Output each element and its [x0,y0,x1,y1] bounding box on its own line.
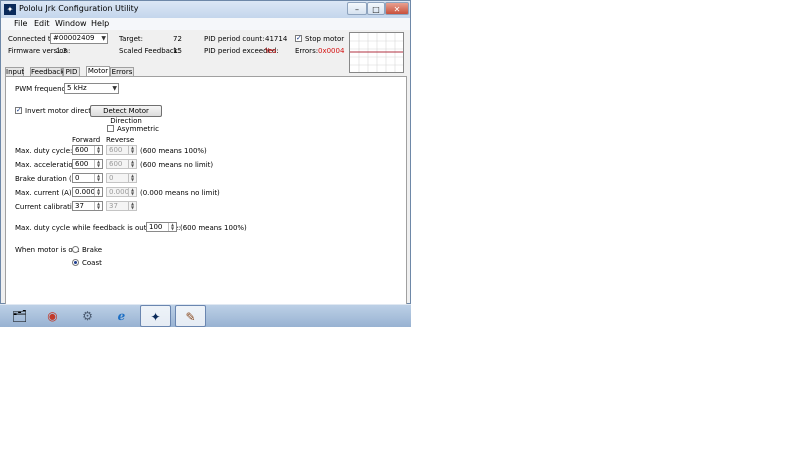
max-current-forward-input[interactable]: 0.000 ▲ ▼ [72,187,103,197]
detect-motor-direction-button[interactable]: Detect Motor Direction [90,105,162,125]
spin-arrows-icon: ▲ ▼ [128,188,136,196]
scaled-feedback-value: 15 [173,47,182,55]
stop-motor-label: Stop motor [305,35,345,43]
max-duty-cycle-forward-input[interactable]: 600 ▲ ▼ [72,145,103,155]
pololu-icon[interactable]: ✦ [140,305,171,327]
max-acceleration-note: (600 means no limit) [140,161,214,169]
pid-exceeded-value: Yes [265,47,277,55]
motor-off-label: When motor is off: [15,246,80,254]
menu-file[interactable]: File [14,19,27,28]
close-button[interactable]: ✕ [385,2,409,15]
chevron-down-icon: ▼ [112,85,117,92]
max-duty-cycle-label: Max. duty cycle: [15,147,73,155]
out-of-range-duty-value: 100 [149,223,163,231]
brake-duration-reverse-value: 0 [109,174,114,182]
title-bar: ✦ Pololu Jrk Configuration Utility – □ ✕ [1,1,410,18]
max-current-note: (0.000 means no limit) [140,189,220,197]
pid-count-label: PID period count: [204,35,265,43]
motor-panel: PWM frequency: 5 kHz ▼ ✓ Invert motor di… [5,76,407,305]
spin-arrows-icon: ▲ ▼ [128,174,136,182]
current-calibration-reverse-input: 37 ▲ ▼ [106,201,137,211]
current-calibration-forward-input[interactable]: 37 ▲ ▼ [72,201,103,211]
target-label: Target: [119,35,144,43]
spin-arrows-icon[interactable]: ▲ ▼ [94,146,102,154]
max-acceleration-reverse-value: 600 [109,160,123,168]
menu-help[interactable]: Help [91,19,109,28]
pid-count-value: 41714 [265,35,288,43]
chrome-icon[interactable]: ◉ [37,305,68,327]
pwm-frequency-label: PWM frequency: [15,85,72,93]
folder-icon[interactable]: 🗂 [4,305,35,327]
window-title: Pololu Jrk Configuration Utility [19,4,139,13]
spin-arrows-icon[interactable]: ▲ ▼ [168,223,176,231]
stop-motor-checkbox[interactable]: ✓ [295,35,302,42]
spin-arrows-icon[interactable]: ▲ ▼ [94,160,102,168]
scaled-feedback-label: Scaled Feedback: [119,47,181,55]
coast-radio-label: Coast [82,259,102,267]
spin-arrows-icon[interactable]: ▲ ▼ [94,174,102,182]
device-select[interactable]: #00002409 ▼ [50,33,108,44]
network-icon[interactable]: ⚙ [72,305,103,327]
brake-radio-label: Brake [82,246,103,254]
taskbar: 🗂 ◉ ⚙ ℯ ✦ ✎ [0,304,411,327]
spin-arrows-icon: ▲ ▼ [128,160,136,168]
brake-duration-forward-value: 0 [75,174,80,182]
max-current-reverse-input: 0.000 ▲ ▼ [106,187,137,197]
pwm-frequency-select[interactable]: 5 kHz ▼ [64,83,119,94]
paint-icon[interactable]: ✎ [175,305,206,327]
menu-window[interactable]: Window [55,19,87,28]
brake-duration-forward-input[interactable]: 0 ▲ ▼ [72,173,103,183]
max-duty-cycle-reverse-input: 600 ▲ ▼ [106,145,137,155]
max-current-reverse-value: 0.000 [109,188,130,196]
brake-duration-reverse-input: 0 ▲ ▼ [106,173,137,183]
maximize-button[interactable]: □ [367,2,385,15]
current-calibration-forward-value: 37 [75,202,84,210]
target-value: 72 [173,35,182,43]
max-current-label: Max. current (A): [15,189,75,197]
device-select-value: #00002409 [53,34,95,42]
chevron-down-icon: ▼ [101,35,106,42]
brake-radio[interactable] [72,246,79,253]
max-acceleration-forward-value: 600 [75,160,89,168]
max-acceleration-label: Max. acceleration: [15,161,80,169]
coast-radio[interactable] [72,259,79,266]
menu-bar: File Edit Window Help [1,18,410,30]
out-of-range-duty-note: (600 means 100%) [180,224,247,232]
forward-column-header: Forward [72,136,101,144]
firmware-value: 1.3 [56,47,68,55]
asymmetric-checkbox[interactable] [107,125,114,132]
internet-explorer-icon[interactable]: ℯ [106,305,137,327]
spin-arrows-icon[interactable]: ▲ ▼ [94,188,102,196]
errors-label: Errors: [295,47,319,55]
spin-arrows-icon: ▲ ▼ [128,202,136,210]
max-current-forward-value: 0.000 [75,188,96,196]
reverse-column-header: Reverse [106,136,135,144]
max-duty-cycle-note: (600 means 100%) [140,147,207,155]
current-calibration-reverse-value: 37 [109,202,118,210]
menu-edit[interactable]: Edit [34,19,50,28]
spin-arrows-icon[interactable]: ▲ ▼ [94,202,102,210]
max-acceleration-forward-input[interactable]: 600 ▲ ▼ [72,159,103,169]
out-of-range-duty-input[interactable]: 100 ▲ ▼ [146,222,177,232]
errors-value: 0x0004 [318,47,345,55]
asymmetric-label: Asymmetric [117,125,159,133]
app-window: ✦ Pololu Jrk Configuration Utility – □ ✕… [0,0,411,305]
pwm-frequency-value: 5 kHz [67,84,87,92]
spin-arrows-icon: ▲ ▼ [128,146,136,154]
max-duty-cycle-forward-value: 600 [75,146,89,154]
minimize-button[interactable]: – [347,2,367,15]
max-acceleration-reverse-input: 600 ▲ ▼ [106,159,137,169]
pololu-app-icon: ✦ [4,4,16,15]
invert-motor-checkbox[interactable]: ✓ [15,107,22,114]
max-duty-cycle-reverse-value: 600 [109,146,123,154]
